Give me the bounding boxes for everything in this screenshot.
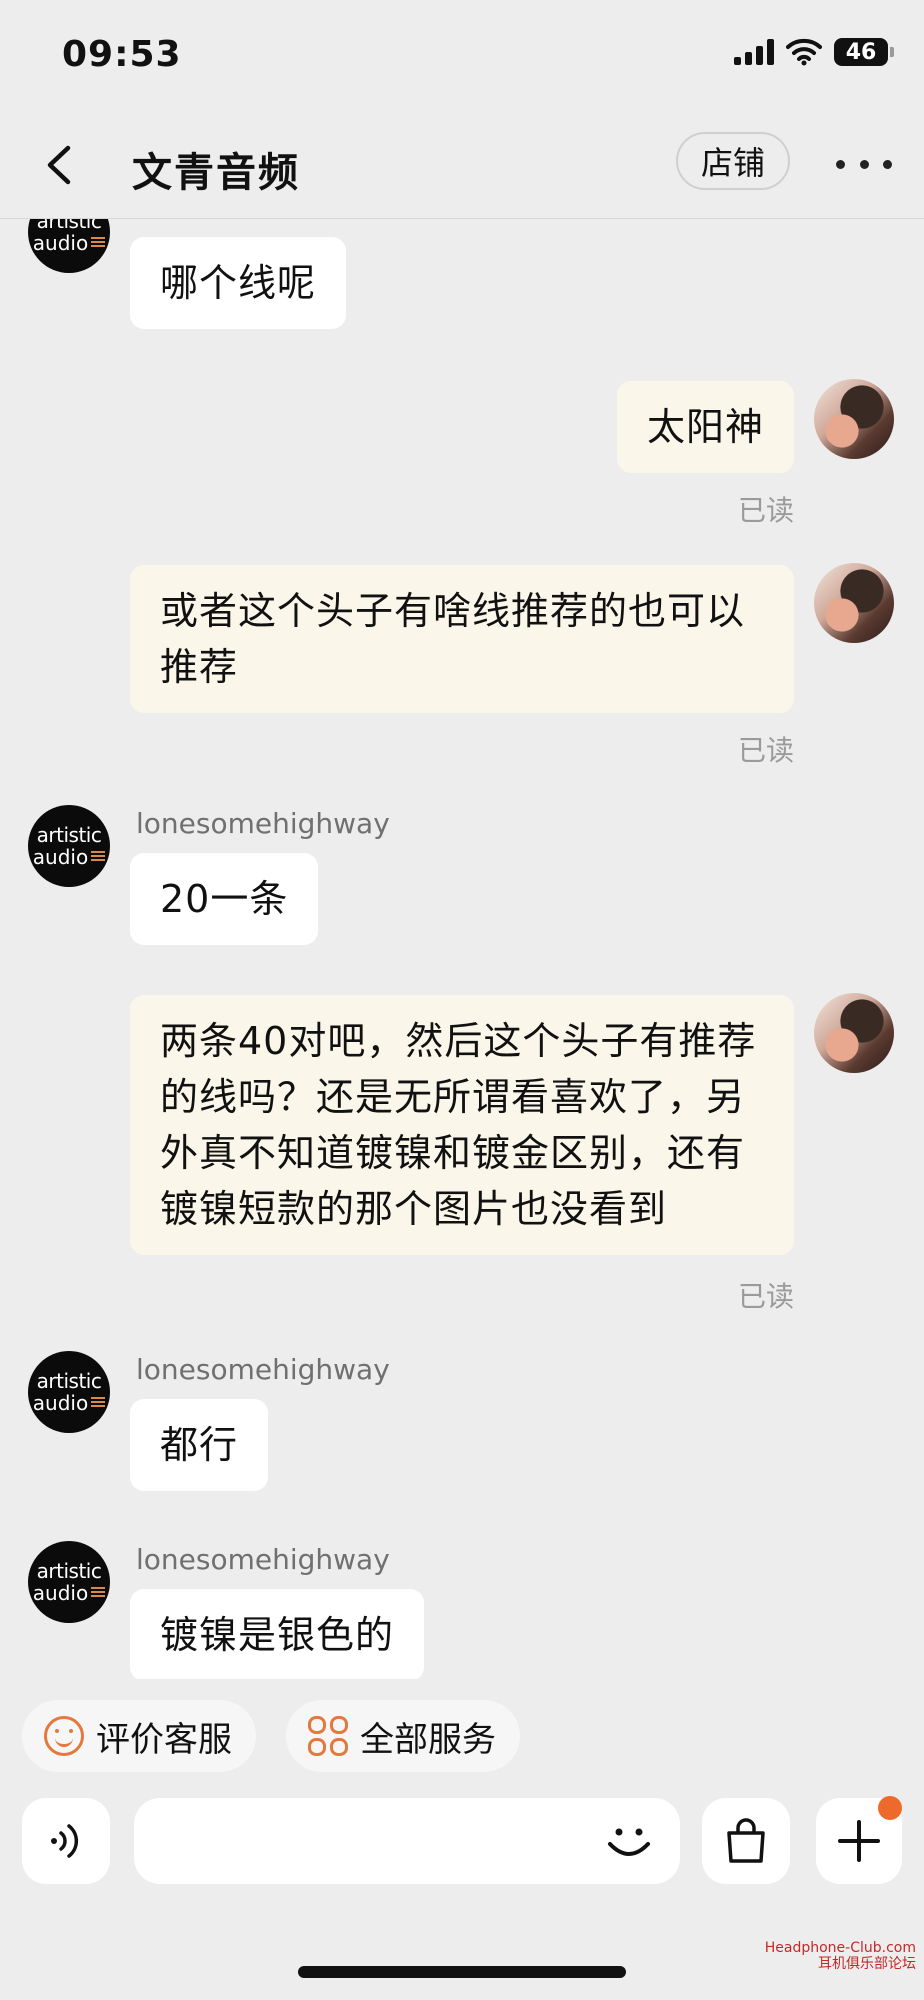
voice-input-button[interactable] bbox=[22, 1798, 110, 1884]
back-button[interactable] bbox=[36, 140, 86, 190]
more-options-button[interactable] bbox=[836, 146, 892, 182]
avatar-text: audio bbox=[32, 1391, 106, 1415]
message-bubble[interactable]: 20一条 bbox=[130, 853, 319, 945]
avatar-text: artistic bbox=[36, 1369, 102, 1393]
shopping-bag-icon bbox=[727, 1818, 765, 1863]
cellular-signal-icon bbox=[734, 39, 774, 65]
battery-indicator: 46 bbox=[834, 38, 894, 66]
emoji-button[interactable] bbox=[600, 1812, 658, 1870]
watermark-line: 耳机俱乐部论坛 bbox=[818, 1956, 916, 1972]
shop-avatar[interactable]: artistic audio bbox=[28, 219, 110, 273]
battery-level: 46 bbox=[845, 39, 877, 65]
chat-message-list[interactable]: artistic audio 哪个线呢 太阳神 已读 或者这个头子有啥线推荐的也… bbox=[0, 219, 924, 1679]
user-avatar[interactable] bbox=[814, 379, 894, 459]
quick-action-label: 全部服务 bbox=[360, 1719, 496, 1760]
home-indicator[interactable] bbox=[298, 1966, 626, 1978]
more-icon-dot bbox=[883, 159, 892, 169]
message-bubble[interactable]: 或者这个头子有啥线推荐的也可以推荐 bbox=[130, 565, 794, 713]
avatar-text: audio bbox=[32, 231, 106, 255]
avatar-text: audio bbox=[32, 231, 89, 255]
watermark-line: Headphone-Club.com bbox=[764, 1940, 916, 1956]
message-bubble[interactable]: 都行 bbox=[130, 1399, 269, 1491]
avatar-text: audio bbox=[32, 1581, 106, 1605]
avatar-text: audio bbox=[32, 1581, 89, 1605]
status-icons: 46 bbox=[734, 38, 894, 66]
avatar-text: artistic bbox=[36, 823, 102, 847]
smile-icon bbox=[44, 1716, 84, 1756]
avatar-text: audio bbox=[32, 1391, 89, 1415]
read-status: 已读 bbox=[737, 734, 794, 767]
shop-avatar[interactable]: artistic audio bbox=[28, 1541, 110, 1623]
quick-action-all-services[interactable]: 全部服务 bbox=[286, 1700, 520, 1772]
read-status: 已读 bbox=[737, 1280, 794, 1313]
emoji-icon bbox=[608, 1828, 650, 1856]
page-title: 文青音频 bbox=[132, 150, 300, 196]
quick-action-label: 评价客服 bbox=[96, 1719, 232, 1760]
store-button[interactable]: 店铺 bbox=[676, 132, 790, 190]
message-bubble[interactable]: 太阳神 bbox=[616, 381, 794, 473]
message-input[interactable] bbox=[134, 1798, 680, 1884]
user-avatar[interactable] bbox=[814, 563, 894, 643]
avatar-text: audio bbox=[32, 845, 89, 869]
plus-icon bbox=[838, 1820, 880, 1862]
avatar-text: artistic bbox=[36, 1559, 102, 1583]
notification-badge bbox=[878, 1796, 902, 1820]
shop-avatar[interactable]: artistic audio bbox=[28, 805, 110, 887]
message-bubble[interactable]: 哪个线呢 bbox=[130, 237, 347, 329]
read-status: 已读 bbox=[737, 494, 794, 527]
chevron-left-icon bbox=[47, 145, 71, 185]
chat-header: 文青音频 店铺 bbox=[0, 110, 924, 219]
sender-name: lonesomehighway bbox=[136, 1353, 390, 1386]
watermark: Headphone-Club.com 耳机俱乐部论坛 bbox=[765, 1940, 916, 1972]
grid-icon bbox=[308, 1716, 348, 1756]
message-bubble[interactable]: 镀镍是银色的 bbox=[130, 1589, 425, 1679]
product-button[interactable] bbox=[702, 1798, 790, 1884]
more-icon-dot bbox=[859, 159, 869, 169]
message-bubble[interactable]: 两条40对吧，然后这个头子有推荐的线吗？还是无所谓看喜欢了，另外真不知道镀镍和镀… bbox=[130, 995, 794, 1255]
avatar-text: audio bbox=[32, 845, 106, 869]
quick-action-rate-service[interactable]: 评价客服 bbox=[22, 1700, 256, 1772]
sender-name: lonesomehighway bbox=[136, 1543, 390, 1576]
sender-name: lonesomehighway bbox=[136, 807, 390, 840]
voice-icon bbox=[51, 1824, 79, 1858]
user-avatar[interactable] bbox=[814, 993, 894, 1073]
status-time: 09:53 bbox=[62, 34, 182, 75]
more-icon-dot bbox=[836, 159, 845, 169]
shop-avatar[interactable]: artistic audio bbox=[28, 1351, 110, 1433]
wifi-icon bbox=[786, 38, 822, 66]
